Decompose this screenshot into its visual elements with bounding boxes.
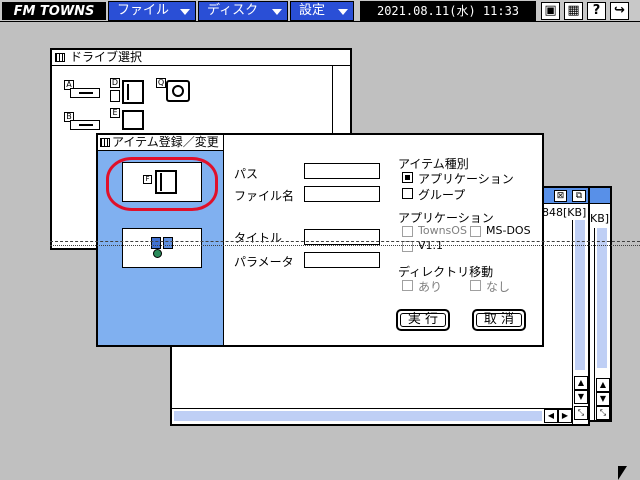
highlight-circle — [106, 157, 218, 211]
scroll-down-icon[interactable]: ▼ — [596, 392, 610, 406]
floppy-drive-shape — [70, 120, 100, 130]
resize-icon[interactable]: ⤡ — [596, 406, 610, 420]
radio-group[interactable] — [402, 188, 413, 199]
path-label: パス — [234, 167, 259, 181]
drive-e-letter: E — [110, 108, 120, 118]
title-label: タイトル — [234, 231, 283, 245]
radio-group-label: グループ — [418, 188, 466, 202]
params-label: パラメータ — [234, 255, 294, 269]
maximize-icon[interactable]: ⧉ — [572, 190, 586, 202]
hard-disk-shape — [122, 80, 144, 104]
chevron-down-icon — [338, 9, 348, 15]
dialog-titlebar[interactable]: アイテム登録／変更 — [98, 135, 224, 151]
drive-window-title: ドライブ選択 — [70, 50, 143, 64]
checkbox-v11[interactable] — [402, 241, 413, 252]
hscroll-thumb[interactable] — [174, 411, 542, 421]
params-input[interactable] — [304, 252, 380, 268]
menu-disk-label: ディスク — [207, 3, 259, 18]
checkbox-townsos[interactable] — [402, 226, 413, 237]
chevron-down-icon — [180, 9, 190, 15]
radio-application[interactable] — [402, 172, 413, 183]
grid-icon[interactable]: ▦ — [564, 2, 583, 20]
chevron-down-icon — [272, 9, 282, 15]
filename-input[interactable] — [304, 186, 380, 202]
cancel-button-label: 取 消 — [483, 312, 515, 327]
scroll-up-icon[interactable]: ▲ — [596, 378, 610, 392]
mouse-cursor-icon — [618, 466, 627, 480]
scroll-up-icon[interactable]: ▲ — [574, 376, 588, 390]
checkbox-dir-no[interactable] — [470, 280, 481, 291]
vertical-scrollbar[interactable]: ▲ ▼ ⤡ — [572, 220, 588, 424]
drive-window-titlebar[interactable]: ドライブ選択 — [52, 50, 350, 66]
dialog-title: アイテム登録／変更 — [112, 135, 219, 149]
menu-file-label: ファイル — [117, 3, 170, 18]
menu-settings[interactable]: 設定 — [290, 1, 354, 21]
filename-label: ファイル名 — [234, 189, 295, 203]
item-register-dialog: アイテム登録／変更 F パス ファイル名 タイトル パラメータ アイテム種別 ア… — [96, 133, 544, 347]
window-menu-icon[interactable] — [100, 138, 110, 147]
checkbox-dir-yes[interactable] — [402, 280, 413, 291]
scroll-down-icon[interactable]: ▼ — [574, 390, 588, 404]
menu-settings-label: 設定 — [299, 3, 326, 18]
size-label-2: KB] — [590, 212, 610, 225]
menu-file[interactable]: ファイル — [108, 1, 196, 21]
item-icon-option[interactable] — [122, 228, 202, 268]
floppy-drive-shape — [70, 88, 100, 98]
clock: 2021.08.11(水) 11:33 — [360, 1, 536, 21]
scroll-left-icon[interactable]: ◀ — [544, 409, 558, 423]
title-input[interactable] — [304, 229, 380, 245]
cdrom-drive-shape — [166, 80, 190, 102]
resize-icon[interactable]: ⤡ — [574, 406, 588, 420]
fm-towns-logo: FM TOWNS — [2, 2, 106, 20]
menu-bar: FM TOWNS ファイル ディスク 設定 2021.08.11(水) 11:3… — [0, 0, 640, 22]
checkbox-dir-yes-label: あり — [418, 280, 443, 294]
window-menu-icon[interactable] — [55, 53, 65, 62]
menu-disk[interactable]: ディスク — [198, 1, 288, 21]
checkbox-msdos-label: MS-DOS — [486, 224, 531, 237]
dir-move-heading: ディレクトリ移動 — [398, 265, 494, 279]
cancel-button[interactable]: 取 消 — [472, 309, 526, 331]
execute-button[interactable]: 実 行 — [396, 309, 450, 331]
scroll-right-icon[interactable]: ▶ — [558, 409, 572, 423]
drive-q-letter: Q — [156, 78, 166, 88]
disk-icon[interactable]: ▣ — [541, 2, 560, 20]
path-input[interactable] — [304, 163, 380, 179]
checkbox-msdos[interactable] — [470, 226, 481, 237]
exit-icon[interactable]: ↪ — [610, 2, 629, 20]
vertical-scrollbar[interactable]: ▲ ▼ ⤡ — [594, 228, 610, 420]
hd-bay-icon — [110, 90, 120, 102]
execute-button-label: 実 行 — [407, 312, 439, 327]
scroll-thumb[interactable] — [575, 220, 585, 370]
checkbox-dir-no-label: なし — [486, 280, 511, 294]
drive-d-letter: D — [110, 78, 120, 88]
radio-application-label: アプリケーション — [418, 172, 514, 186]
screen-artifact-line — [50, 241, 640, 242]
resize-icon[interactable]: ⊠ — [554, 190, 567, 202]
checkbox-townsos-label: TownsOS — [418, 224, 467, 237]
scroll-thumb[interactable] — [597, 228, 607, 368]
size-label: 848[KB] — [542, 206, 587, 219]
horizontal-scrollbar[interactable]: ◀ ▶ — [172, 408, 572, 424]
help-icon[interactable]: ? — [587, 2, 606, 20]
screen-artifact-line — [50, 245, 640, 246]
hard-disk-shape — [122, 110, 144, 130]
